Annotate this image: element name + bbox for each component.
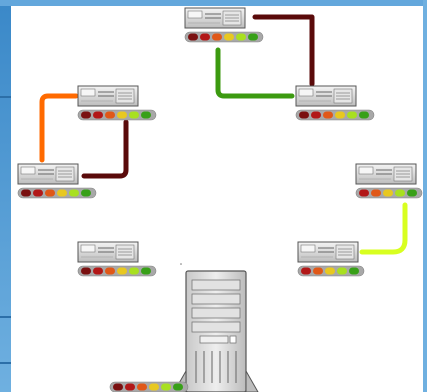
status-led [173, 383, 183, 391]
status-led [125, 383, 135, 391]
server-nodes [17, 7, 423, 277]
server-lower-right-status-led-bar [297, 265, 365, 277]
status-led [81, 267, 91, 275]
status-led [407, 189, 417, 197]
status-led [105, 111, 115, 119]
status-led [21, 189, 31, 197]
status-led [212, 33, 222, 41]
status-led [359, 111, 369, 119]
status-led [149, 383, 159, 391]
server-top-rack-server-icon[interactable] [184, 7, 264, 43]
status-led [141, 111, 151, 119]
server-mid-left-status-led-bar [17, 187, 97, 199]
stray-dot [180, 263, 182, 265]
status-led [141, 267, 151, 275]
status-led [395, 189, 405, 197]
status-led [45, 189, 55, 197]
server-mid-left-rack-server-icon[interactable] [17, 163, 97, 199]
status-led [161, 383, 171, 391]
server-right-status-led-bar [355, 187, 423, 199]
server-right-rack-server-icon[interactable] [355, 163, 423, 199]
status-led [57, 189, 67, 197]
status-led [236, 33, 246, 41]
server-lower-right-rack-server-icon[interactable] [297, 241, 365, 277]
status-led [359, 189, 369, 197]
status-led [69, 189, 79, 197]
tower-main-status-led-bar [109, 381, 189, 392]
status-led [323, 111, 333, 119]
status-led [347, 111, 357, 119]
status-led [200, 33, 210, 41]
status-led [325, 267, 335, 275]
link-top-to-upper-right [252, 14, 315, 87]
status-led [93, 111, 103, 119]
status-led [33, 189, 43, 197]
server-upper-left-rack-server-icon[interactable] [77, 85, 157, 121]
status-led [383, 189, 393, 197]
link-mid-left-to-upper-left [81, 119, 129, 179]
status-led [301, 267, 311, 275]
server-upper-right-rack-server-icon[interactable] [295, 85, 375, 121]
server-top-status-led-bar [184, 31, 264, 43]
status-led [349, 267, 359, 275]
status-led [117, 267, 127, 275]
status-led [129, 267, 139, 275]
connection-links [39, 14, 408, 255]
tower-status-led-bar [109, 381, 189, 392]
status-led [81, 189, 91, 197]
status-led [337, 267, 347, 275]
status-led [188, 33, 198, 41]
status-led [113, 383, 123, 391]
link-right-to-lower-right [359, 202, 408, 255]
server-upper-right-status-led-bar [295, 109, 375, 121]
link-upper-left-to-mid-left [39, 93, 79, 163]
status-led [313, 267, 323, 275]
status-led [299, 111, 309, 119]
status-led [311, 111, 321, 119]
link-upper-right-to-top [215, 47, 295, 99]
status-led [93, 267, 103, 275]
status-led [371, 189, 381, 197]
status-led [81, 111, 91, 119]
status-led [117, 111, 127, 119]
tower-server-icon[interactable] [173, 270, 259, 392]
status-led [137, 383, 147, 391]
network-diagram [17, 7, 423, 392]
server-upper-left-status-led-bar [77, 109, 157, 121]
status-led [105, 267, 115, 275]
status-led [224, 33, 234, 41]
server-lower-left-status-led-bar [77, 265, 157, 277]
status-led [335, 111, 345, 119]
status-led [248, 33, 258, 41]
server-lower-left-rack-server-icon[interactable] [77, 241, 157, 277]
status-led [129, 111, 139, 119]
